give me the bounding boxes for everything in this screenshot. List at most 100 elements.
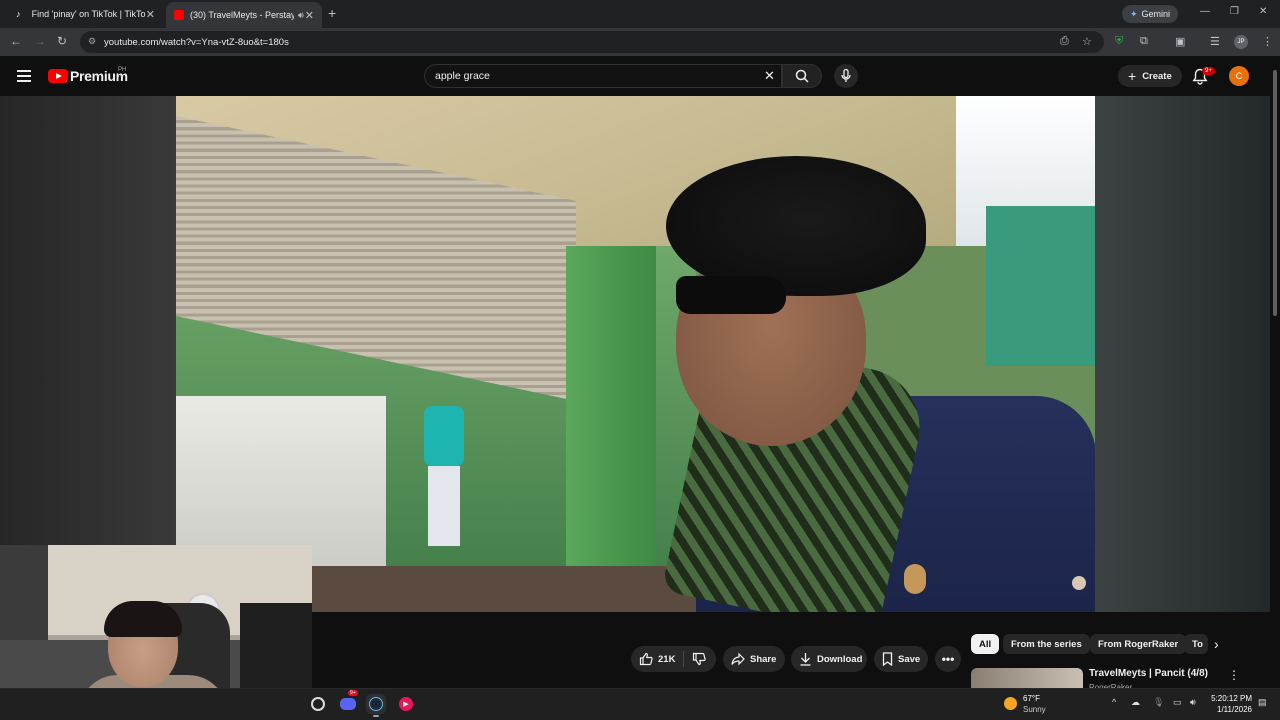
browser-profile-avatar[interactable]: JP xyxy=(1234,35,1248,49)
network-icon[interactable]: ▭ xyxy=(1173,697,1182,708)
windows-taskbar xyxy=(0,688,1280,720)
site-info-icon[interactable]: ⚙ xyxy=(88,36,96,47)
create-label: Create xyxy=(1142,70,1172,82)
share-button[interactable]: Share xyxy=(723,646,785,672)
chevron-right-icon[interactable]: › xyxy=(1214,636,1219,652)
url-text: youtube.com/watch?v=Yna-vtZ-8uo&t=180s xyxy=(104,36,289,48)
clock-date[interactable]: 1/11/2026 xyxy=(1210,705,1252,714)
close-tab-icon[interactable]: ✕ xyxy=(146,8,155,21)
scrollbar-thumb[interactable] xyxy=(1273,70,1277,316)
tab-search-icon[interactable]: ▣ xyxy=(1175,35,1185,48)
address-bar-row: ← → ↻ ⚙ youtube.com/watch?v=Yna-vtZ-8uo&… xyxy=(0,28,1280,56)
download-label: Download xyxy=(817,653,863,665)
taskbar-app-obs[interactable] xyxy=(308,694,328,714)
related-more-icon[interactable]: ⋮ xyxy=(1228,668,1240,682)
obs-icon xyxy=(311,697,325,711)
reading-list-icon[interactable]: ☰ xyxy=(1210,35,1220,48)
chip-to[interactable]: To xyxy=(1184,634,1208,654)
bookmark-icon xyxy=(882,652,893,666)
video-scene-background-person xyxy=(416,406,471,576)
ambient-glow-left xyxy=(0,96,176,612)
shield-extension-icon[interactable]: ⛨ xyxy=(1115,35,1123,48)
more-horizontal-icon: ••• xyxy=(941,652,955,666)
notification-badge: 9+ xyxy=(1202,67,1215,75)
gemini-button[interactable]: ✦ Gemini xyxy=(1122,5,1179,23)
search-button[interactable] xyxy=(782,64,822,88)
related-video-title[interactable]: TravelMeyts | Pancit (4/8) xyxy=(1089,668,1208,679)
plus-icon: + xyxy=(1128,68,1137,84)
video-scene-pillar xyxy=(566,246,656,612)
more-actions-button[interactable]: ••• xyxy=(935,646,961,672)
account-avatar[interactable]: C xyxy=(1229,66,1249,86)
extensions-icon[interactable]: ⧉ xyxy=(1140,35,1148,48)
save-label: Save xyxy=(898,653,921,665)
play-icon: ▶ xyxy=(399,697,413,711)
tab-tiktok[interactable]: ♪ Find 'pinay' on TikTok | TikTok S ✕ xyxy=(8,2,163,26)
gemini-label: Gemini xyxy=(1141,9,1171,19)
search-input[interactable]: apple grace xyxy=(424,64,782,88)
chip-all[interactable]: All xyxy=(971,634,1000,654)
tab-title: (30) TravelMeyts - Perstaym xyxy=(190,10,294,20)
search-icon xyxy=(795,69,809,83)
page-scrollbar[interactable] xyxy=(1270,56,1280,688)
taskbar-app-steam[interactable] xyxy=(366,694,386,717)
volume-icon[interactable]: 🔊︎ xyxy=(1190,697,1196,708)
close-window-icon[interactable]: ✕ xyxy=(1259,6,1267,17)
onedrive-icon[interactable]: ☁ xyxy=(1131,697,1140,708)
close-tab-icon[interactable]: ✕ xyxy=(305,9,314,22)
back-icon[interactable]: ← xyxy=(10,34,22,48)
clock-time[interactable]: 5:20:12 PM xyxy=(1210,694,1252,703)
browser-menu-icon[interactable]: ⋮ xyxy=(1262,35,1273,48)
tiktok-icon: ♪ xyxy=(16,9,21,19)
menu-icon[interactable] xyxy=(17,70,31,85)
discord-badge: 9+ xyxy=(348,690,358,696)
minimize-icon[interactable]: — xyxy=(1200,6,1210,17)
mic-tray-icon[interactable]: 🎙︎ xyxy=(1153,697,1164,708)
related-video-thumbnail[interactable] xyxy=(971,668,1083,688)
channel-watermark-icon[interactable] xyxy=(1072,576,1086,590)
bookmark-star-icon[interactable]: ☆ xyxy=(1082,35,1092,48)
screen: ♪ Find 'pinay' on TikTok | TikTok S ✕ (3… xyxy=(0,0,1280,720)
new-tab-button[interactable]: + xyxy=(328,5,336,21)
sun-icon xyxy=(1004,697,1017,710)
steam-icon xyxy=(369,697,383,711)
reload-icon[interactable]: ↻ xyxy=(57,34,67,48)
create-button[interactable]: + Create xyxy=(1118,65,1182,87)
url-bar[interactable]: ⚙ youtube.com/watch?v=Yna-vtZ-8uo&t=180s xyxy=(80,31,1104,53)
speaker-icon[interactable]: 🔊︎ xyxy=(298,10,304,21)
video-player[interactable] xyxy=(176,96,1095,612)
discord-icon xyxy=(340,698,356,710)
tray-overflow-icon[interactable]: ^ xyxy=(1112,697,1116,707)
video-scene-host xyxy=(646,146,1095,612)
gemini-icon: ✦ xyxy=(1130,8,1138,19)
like-button[interactable]: 21K xyxy=(639,652,675,666)
download-button[interactable]: Download xyxy=(791,646,867,672)
youtube-icon xyxy=(174,10,184,20)
like-dislike-group: 21K xyxy=(631,646,716,672)
thumbs-down-icon xyxy=(693,652,707,666)
clear-search-icon[interactable]: ✕ xyxy=(764,68,775,84)
install-icon[interactable]: ⎙ xyxy=(1060,35,1069,48)
dislike-button[interactable] xyxy=(692,652,707,666)
weather-temperature[interactable]: 67°F xyxy=(1023,694,1040,703)
ambient-glow-right xyxy=(1095,96,1270,612)
share-icon xyxy=(731,652,745,666)
like-count: 21K xyxy=(658,653,676,665)
download-icon xyxy=(800,653,811,666)
chip-from-the-series[interactable]: From the series xyxy=(1003,634,1090,654)
microphone-icon xyxy=(841,69,851,82)
tab-youtube[interactable]: (30) TravelMeyts - Perstaym 🔊︎ ✕ xyxy=(166,2,322,28)
taskbar-app-youtube[interactable]: ▶ xyxy=(396,694,416,714)
restore-icon[interactable]: ❐ xyxy=(1230,6,1239,17)
notification-center-icon[interactable]: ▤ xyxy=(1258,697,1267,708)
browser-tab-strip: ♪ Find 'pinay' on TikTok | TikTok S ✕ (3… xyxy=(0,0,1280,28)
voice-search-button[interactable] xyxy=(834,64,858,88)
tab-title: Find 'pinay' on TikTok | TikTok S xyxy=(31,9,146,19)
chip-from-channel[interactable]: From RogerRaker xyxy=(1090,634,1187,654)
share-label: Share xyxy=(750,653,777,665)
weather-description[interactable]: Sunny xyxy=(1023,705,1046,714)
save-button[interactable]: Save xyxy=(874,646,928,672)
taskbar-app-discord[interactable]: 9+ xyxy=(338,690,358,714)
forward-icon[interactable]: → xyxy=(34,34,46,48)
youtube-logo-icon[interactable] xyxy=(48,69,68,83)
